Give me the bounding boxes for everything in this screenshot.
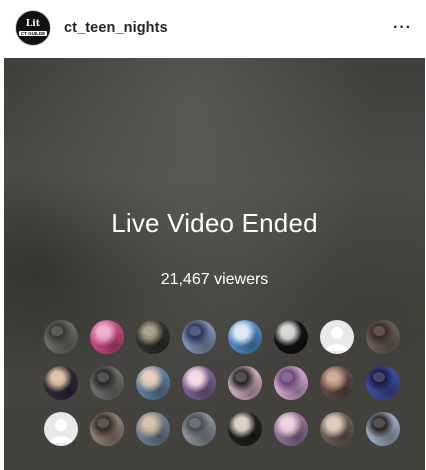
viewer-avatar[interactable] [90,412,124,446]
viewer-avatar[interactable] [44,412,78,446]
avatar-highlight [373,326,385,336]
viewer-avatar[interactable] [366,366,400,400]
avatar-highlight [97,372,109,382]
live-ended-title: Live Video Ended [111,208,318,238]
avatar-highlight [143,418,155,428]
default-user-icon [325,327,349,351]
viewer-avatar[interactable] [274,366,308,400]
viewer-avatar[interactable] [44,366,78,400]
avatar-highlight [327,418,339,428]
viewer-avatar[interactable] [90,366,124,400]
viewer-avatar[interactable] [90,320,124,354]
avatar-highlight [281,326,293,336]
avatar-highlight [373,372,385,382]
avatar-highlight [235,326,247,336]
account-avatar[interactable]: Lit CT GUILDE [15,10,51,46]
ellipsis-horizontal-icon[interactable]: ··· [393,20,412,36]
viewer-avatar[interactable] [274,320,308,354]
avatar-logo-text: Lit [25,19,41,29]
live-video-ended-media: Live Video Ended 21,467 viewers [4,58,425,470]
avatar-highlight [143,326,155,336]
viewer-avatar[interactable] [136,412,170,446]
viewer-count: 21,467 viewers [160,271,269,288]
viewer-avatar[interactable] [182,412,216,446]
avatar-highlight [97,418,109,428]
avatar-highlight [235,372,247,382]
avatar-highlight [189,372,201,382]
post-header: Lit CT GUILDE ct_teen_nights ··· [0,0,426,56]
viewer-avatar[interactable] [228,412,262,446]
viewer-avatar[interactable] [320,320,354,354]
avatar-highlight [97,326,109,336]
viewer-avatar[interactable] [136,366,170,400]
viewer-avatar[interactable] [366,320,400,354]
viewer-avatar[interactable] [320,412,354,446]
viewer-avatar[interactable] [182,320,216,354]
avatar-highlight [373,418,385,428]
account-username[interactable]: ct_teen_nights [64,20,168,36]
avatar-highlight [327,372,339,382]
viewer-avatar[interactable] [320,366,354,400]
viewer-avatar[interactable] [274,412,308,446]
viewer-avatar[interactable] [228,366,262,400]
avatar-logo-subtext: CT GUILDE [18,31,48,36]
viewer-avatar-grid [44,320,406,446]
avatar-highlight [51,372,63,382]
avatar-highlight [235,418,247,428]
viewer-avatar[interactable] [366,412,400,446]
avatar-highlight [281,418,293,428]
viewer-avatar[interactable] [182,366,216,400]
default-user-icon [49,419,73,443]
viewer-avatar[interactable] [228,320,262,354]
avatar-highlight [143,372,155,382]
instagram-post: Lit CT GUILDE ct_teen_nights ··· Live Vi… [0,0,426,470]
avatar-highlight [189,418,201,428]
viewer-avatar[interactable] [136,320,170,354]
viewer-avatar[interactable] [44,320,78,354]
avatar-highlight [281,372,293,382]
avatar-highlight [51,326,63,336]
avatar-highlight [189,326,201,336]
